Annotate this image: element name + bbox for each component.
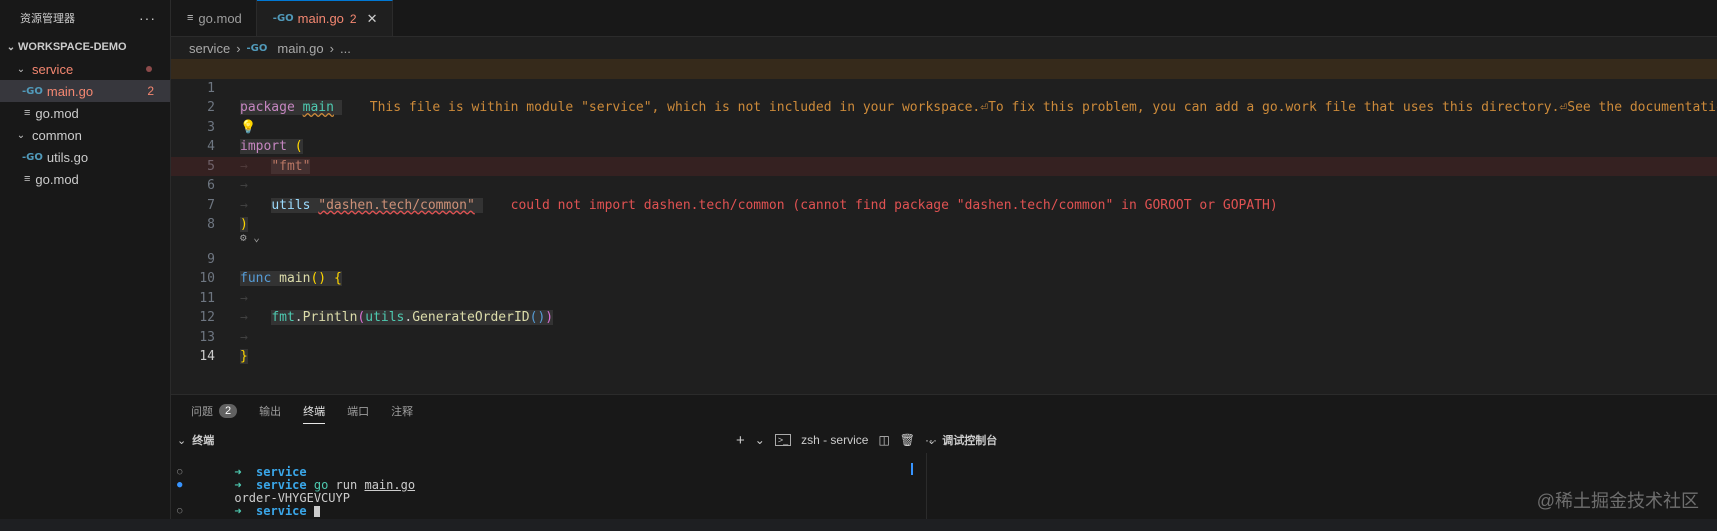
code-line: 12 → <box>171 289 1717 345</box>
watermark: @稀土掘金技术社区 <box>1536 491 1699 511</box>
terminal-output[interactable]: ○ ➜ service ● ➜ service go run main.go ord… <box>171 453 927 519</box>
terminal-line: ● ➜ service go run main.go <box>177 478 416 492</box>
debug-console-title: 调试控制台 <box>942 435 998 447</box>
terminal-cursor <box>313 506 320 517</box>
code-line: 10 → <box>171 250 1717 306</box>
split-icon[interactable]: ◫ <box>878 433 889 447</box>
chevron-down-icon[interactable]: ⌄ <box>755 433 765 447</box>
terminal-header: ⌄ 终端 + ⌄ >_ zsh - service ◫ 🗑 ··· ⌄ 调试控制… <box>171 429 1717 451</box>
code-line: 1 package main This file is within modul… <box>171 59 1717 115</box>
explorer-title: 资源管理器 <box>20 13 75 25</box>
tab-label: 输出 <box>259 406 282 418</box>
tree-file-go-mod[interactable]: ≡ go.mod <box>0 168 170 190</box>
terminal-section-title: 终端 <box>192 435 215 447</box>
tab-problems[interactable]: 问题 2 <box>191 403 238 419</box>
tree-folder-common[interactable]: ⌄ common <box>0 124 170 146</box>
code-line: 2 💡 <box>171 79 1717 135</box>
editor-area: ≡ go.mod -GO main.go 2 ✕ service › -GO m… <box>171 0 1717 394</box>
file-label: main.go <box>46 83 94 99</box>
terminal-icon: >_ <box>774 434 792 446</box>
tab-main-go[interactable]: -GO main.go 2 ✕ <box>256 0 393 36</box>
file-label: go.mod <box>35 105 79 121</box>
tab-comments[interactable]: 注释 <box>391 403 413 419</box>
file-lines-icon: ≡ <box>24 107 31 119</box>
plus-icon[interactable]: + <box>736 432 745 449</box>
codelens-line: ⚙ ⌄ <box>171 215 1717 244</box>
folder-label: service <box>32 61 74 77</box>
terminal-shell-label[interactable]: zsh - service <box>801 433 868 447</box>
line-number: 14 <box>199 349 215 364</box>
tab-label: main.go <box>297 11 344 26</box>
workspace-label: WORKSPACE-DEMO <box>18 41 127 53</box>
close-icon[interactable]: ✕ <box>367 11 378 27</box>
tree-folder-service[interactable]: ⌄ service <box>0 58 170 80</box>
breadcrumb-folder[interactable]: service <box>189 41 230 56</box>
terminal-line: ○ ➜ service <box>171 492 926 518</box>
tab-label: 端口 <box>347 406 370 418</box>
file-lines-icon: ≡ <box>187 12 194 24</box>
explorer-header: 资源管理器 ··· <box>0 0 170 36</box>
go-file-icon: -GO <box>22 151 43 163</box>
chevron-down-icon: ⌄ <box>16 63 26 75</box>
tree-file-go-mod[interactable]: ≡ go.mod <box>0 102 170 124</box>
code-line: 11 → fmt.Println(utils.GenerateOrderID()… <box>171 269 1717 325</box>
code-line: 13 } <box>171 308 1717 364</box>
tree-file-utils-go[interactable]: -GO utils.go <box>0 146 170 168</box>
file-label: go.mod <box>35 171 79 187</box>
tab-output[interactable]: 输出 <box>259 403 281 419</box>
breadcrumb: service › -GO main.go › ... <box>171 37 1717 59</box>
go-file-icon: -GO <box>246 42 268 54</box>
tab-error-badge: 2 <box>349 11 357 26</box>
go-file-icon: -GO <box>272 13 294 24</box>
trash-icon[interactable]: 🗑 <box>900 433 915 447</box>
panel-tabs: 问题 2 输出 终端 端口 注释 <box>171 395 1717 427</box>
tab-go-mod[interactable]: ≡ go.mod <box>171 0 257 36</box>
file-lines-icon: ≡ <box>24 173 31 185</box>
chevron-right-icon: › <box>236 40 241 56</box>
tab-label: 终端 <box>303 406 326 418</box>
code-line: 14 <box>171 328 1717 364</box>
scroll-indicator <box>911 463 913 475</box>
circle-icon: ○ <box>177 506 183 516</box>
tab-label: go.mod <box>198 10 242 26</box>
explorer-sidebar: 资源管理器 ··· ⌄ WORKSPACE-DEMO ⌄ service -GO… <box>0 0 171 519</box>
breadcrumb-more[interactable]: ... <box>340 41 351 56</box>
code-line: 5 → <box>171 137 1717 194</box>
tab-ports[interactable]: 端口 <box>347 403 369 419</box>
terminal-line: order-VHYGEVCUYP <box>171 479 926 505</box>
chevron-down-icon[interactable]: ⌄ <box>177 434 186 447</box>
breadcrumb-file[interactable]: main.go <box>277 41 323 56</box>
go-file-icon: -GO <box>22 85 43 97</box>
code-line: 7 ) <box>171 176 1717 232</box>
error-count: 2 <box>147 84 154 98</box>
tab-label: 问题 <box>191 406 213 418</box>
problems-count-badge: 2 <box>219 404 238 418</box>
modified-dot-icon <box>146 66 152 72</box>
bottom-panel: 问题 2 输出 终端 端口 注释 ⌄ 终端 + ⌄ >_ zsh - servi… <box>171 394 1717 519</box>
workspace-root[interactable]: ⌄ WORKSPACE-DEMO <box>0 36 170 58</box>
tree-file-main-go[interactable]: -GO main.go 2 <box>0 80 170 102</box>
code-line: 6 → utils "dashen.tech/common" could not… <box>171 156 1717 213</box>
terminal-line: ○ ➜ service <box>177 465 307 479</box>
tab-label: 注释 <box>391 406 414 418</box>
more-actions-icon[interactable]: ··· <box>139 10 156 26</box>
code-line: 3 import ( <box>171 98 1717 154</box>
chevron-right-icon: › <box>329 40 334 56</box>
file-label: utils.go <box>46 149 89 165</box>
chevron-down-icon[interactable]: ⌄ <box>927 434 936 447</box>
editor-tabs: ≡ go.mod -GO main.go 2 ✕ <box>171 0 1717 37</box>
tab-terminal[interactable]: 终端 <box>303 398 326 424</box>
code-line: 9 func main() { <box>171 230 1717 286</box>
code-editor[interactable]: 1 package main This file is within modul… <box>171 59 1717 364</box>
code-line: 4 → "fmt" <box>171 118 1717 174</box>
chevron-down-icon: ⌄ <box>16 129 26 141</box>
folder-label: common <box>32 127 82 143</box>
code-line: 8 <box>171 196 1717 232</box>
chevron-down-icon: ⌄ <box>6 41 16 53</box>
